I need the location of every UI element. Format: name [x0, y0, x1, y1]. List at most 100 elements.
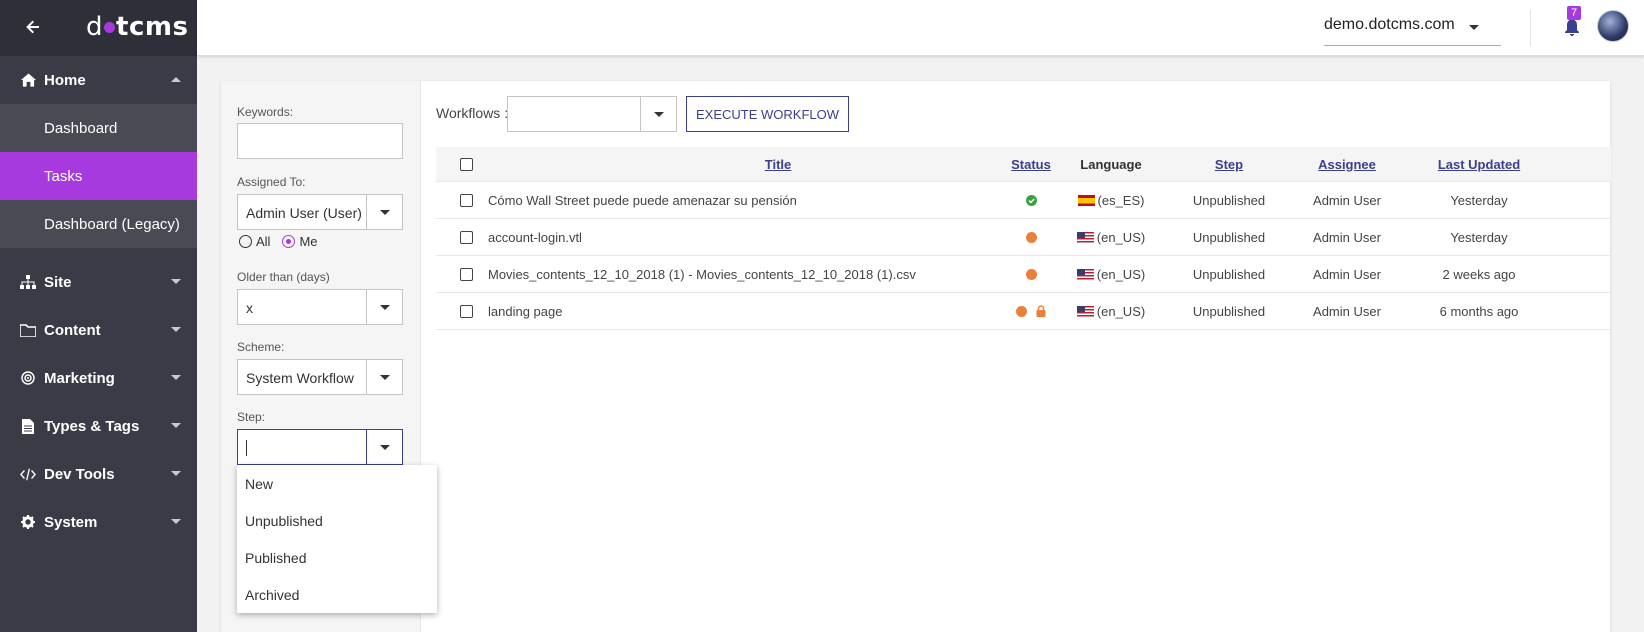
- row-title[interactable]: account-login.vtl: [488, 219, 1008, 255]
- row-language: (es_ES): [1097, 192, 1145, 208]
- home-subnav: Dashboard Tasks Dashboard (Legacy): [0, 104, 197, 248]
- nav-content[interactable]: Content: [0, 306, 197, 354]
- row-language: (en_US): [1096, 266, 1146, 282]
- row-step: Unpublished: [1192, 229, 1266, 245]
- site-icon: [20, 274, 36, 290]
- dotcms-logo[interactable]: d tcms: [86, 12, 188, 42]
- sidebar-item-dashboard-legacy[interactable]: Dashboard (Legacy): [0, 200, 197, 248]
- scheme-select[interactable]: System Workflow: [237, 359, 403, 395]
- assigned-to-label: Assigned To:: [237, 175, 306, 189]
- chevron-down-icon[interactable]: [366, 360, 402, 394]
- nav-group-home: Home Dashboard Tasks Dashboard (Legacy): [0, 56, 197, 248]
- published-status-icon: [1025, 194, 1037, 206]
- row-last-updated: 2 weeks ago: [1442, 266, 1516, 282]
- row-checkbox[interactable]: [460, 230, 473, 244]
- row-checkbox[interactable]: [460, 304, 473, 318]
- sidebar: d tcms Home Dashboard Tasks Dashboard (Le…: [0, 0, 197, 632]
- table-row[interactable]: Cómo Wall Street puede puede amenazar su…: [436, 182, 1611, 219]
- workflows-select[interactable]: [507, 96, 677, 132]
- older-than-value: x: [246, 300, 253, 316]
- older-than-label: Older than (days): [237, 270, 330, 284]
- code-icon: [20, 466, 36, 482]
- sidebar-item-tasks[interactable]: Tasks: [0, 152, 197, 200]
- workflows-label: Workflows :: [436, 105, 509, 121]
- sort-assignee-link[interactable]: Assignee: [1318, 157, 1376, 172]
- select-all-checkbox[interactable]: [460, 157, 473, 171]
- chevron-down-icon: [1469, 25, 1479, 30]
- header-divider: [1530, 10, 1531, 46]
- keywords-input[interactable]: [237, 123, 403, 159]
- sort-title-link[interactable]: Title: [765, 157, 792, 172]
- keywords-label: Keywords:: [237, 105, 294, 119]
- step-option-published[interactable]: Published: [237, 539, 437, 576]
- row-checkbox-cell: [460, 219, 474, 255]
- nav-system[interactable]: System: [0, 498, 197, 546]
- chevron-down-icon[interactable]: [366, 195, 402, 229]
- header-assignee-cell: Assignee: [1282, 147, 1412, 181]
- row-step: Unpublished: [1192, 303, 1266, 319]
- flag-us-icon: [1076, 305, 1094, 317]
- bell-icon[interactable]: [1564, 18, 1580, 36]
- step-label: Step:: [237, 410, 266, 424]
- table-row[interactable]: landing page (en_US) Unpublished Admin U…: [436, 293, 1611, 330]
- chevron-down-icon: [171, 519, 181, 524]
- step-dropdown-menu: New Unpublished Published Archived: [237, 465, 437, 613]
- row-checkbox[interactable]: [460, 267, 473, 281]
- back-arrow-icon[interactable]: [25, 19, 41, 35]
- nav-site[interactable]: Site: [0, 258, 197, 306]
- row-checkbox-cell: [460, 256, 474, 292]
- radio-me[interactable]: [282, 235, 296, 248]
- nav-home-label: Home: [44, 71, 86, 89]
- assigned-radio-group: All Me: [239, 234, 318, 249]
- chevron-down-icon[interactable]: [366, 430, 402, 464]
- sort-last-updated-link[interactable]: Last Updated: [1438, 157, 1520, 172]
- assigned-to-select[interactable]: Admin User (User): [237, 194, 403, 230]
- nav-types-tags[interactable]: Types & Tags: [0, 402, 197, 450]
- older-than-select[interactable]: x: [237, 289, 403, 325]
- row-assignee: Admin User: [1313, 229, 1381, 245]
- chevron-down-icon: [171, 375, 181, 380]
- sidebar-item-dashboard[interactable]: Dashboard: [0, 104, 197, 152]
- step-option-archived[interactable]: Archived: [237, 576, 437, 613]
- site-selector[interactable]: demo.dotcms.com: [1324, 16, 1501, 46]
- radio-all[interactable]: [239, 235, 252, 248]
- scheme-label: Scheme:: [237, 340, 285, 354]
- step-option-unpublished[interactable]: Unpublished: [237, 502, 437, 539]
- row-title[interactable]: Movies_contents_12_10_2018 (1) - Movies_…: [488, 256, 1008, 292]
- nav-home[interactable]: Home: [0, 56, 197, 104]
- sort-step-link[interactable]: Step: [1215, 157, 1243, 172]
- row-assignee: Admin User: [1313, 192, 1381, 208]
- chevron-down-icon: [171, 471, 181, 476]
- row-checkbox[interactable]: [460, 193, 473, 207]
- nav-system-label: System: [44, 513, 98, 531]
- nav-types-tags-label: Types & Tags: [44, 417, 140, 435]
- draft-status-icon: [1015, 305, 1027, 317]
- row-title[interactable]: Cómo Wall Street puede puede amenazar su…: [488, 182, 1008, 218]
- text-cursor: [246, 440, 247, 456]
- nav-content-label: Content: [44, 321, 101, 339]
- nav-group-list: Site Content Marketing Types & Tags Dev …: [0, 258, 197, 546]
- flag-us-icon: [1076, 268, 1094, 280]
- notification-badge: 7: [1567, 6, 1582, 20]
- table-row[interactable]: Movies_contents_12_10_2018 (1) - Movies_…: [436, 256, 1611, 293]
- row-title[interactable]: landing page: [488, 293, 1008, 329]
- nav-marketing[interactable]: Marketing: [0, 354, 197, 402]
- chevron-down-icon: [171, 279, 181, 284]
- step-select[interactable]: [237, 429, 403, 465]
- step-option-new[interactable]: New: [237, 465, 437, 502]
- chevron-down-icon[interactable]: [366, 290, 402, 324]
- flag-es-icon: [1077, 194, 1095, 206]
- table-row[interactable]: account-login.vtl (en_US) Unpublished Ad…: [436, 219, 1611, 256]
- table-header: Title Status Language Step Assignee Last…: [436, 147, 1611, 182]
- radio-me-label: Me: [299, 234, 318, 249]
- execute-workflow-button[interactable]: EXECUTE WORKFLOW: [686, 96, 849, 132]
- row-assignee: Admin User: [1313, 266, 1381, 282]
- row-checkbox-cell: [460, 182, 474, 218]
- nav-dev-tools[interactable]: Dev Tools: [0, 450, 197, 498]
- avatar[interactable]: [1597, 10, 1629, 42]
- chevron-down-icon[interactable]: [640, 97, 676, 131]
- chevron-up-icon: [171, 77, 181, 82]
- home-icon: [20, 72, 36, 88]
- select-all-cell: [460, 147, 474, 181]
- scheme-value: System Workflow: [246, 370, 354, 386]
